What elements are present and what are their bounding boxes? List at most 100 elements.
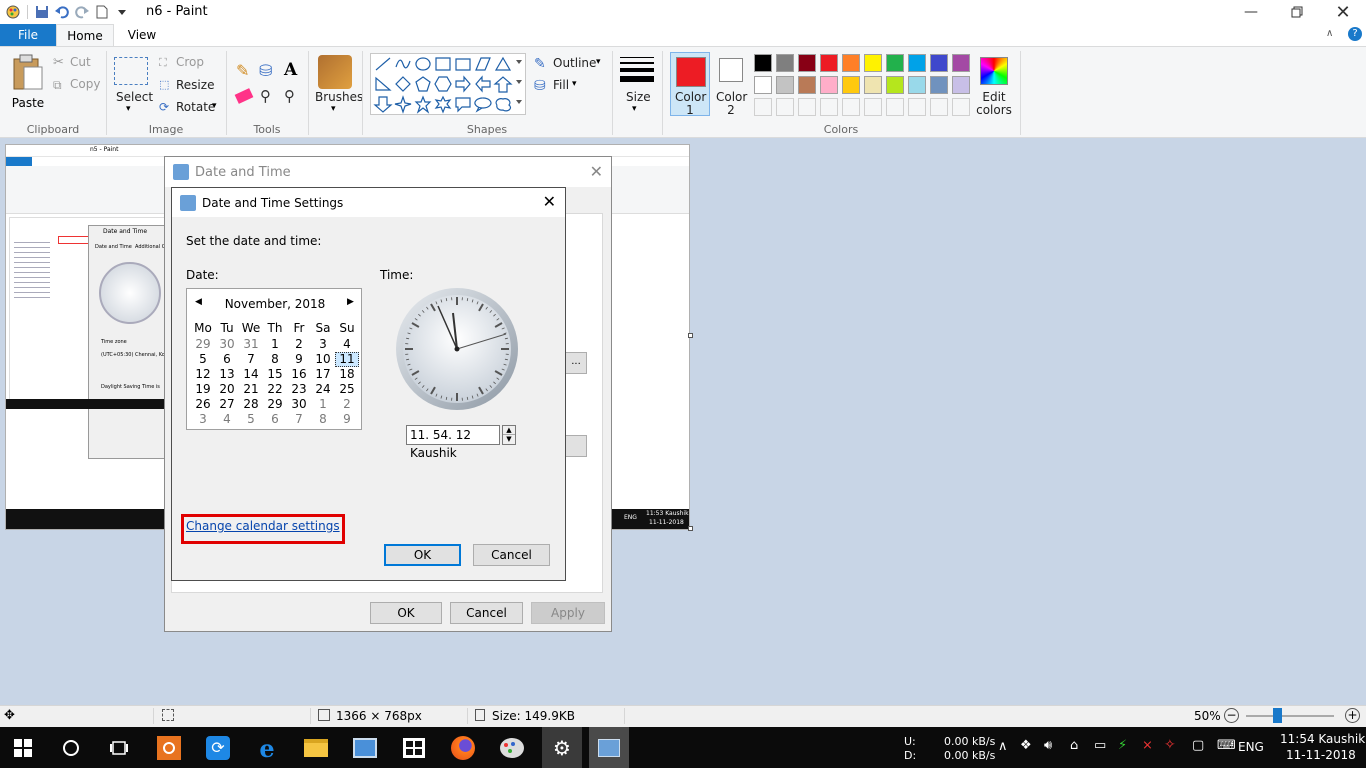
calendar-day[interactable]: 19 [191, 382, 215, 397]
fill-dropdown[interactable]: Fill [553, 78, 569, 92]
edge-browser-icon[interactable]: e [252, 733, 282, 763]
color-picker-icon[interactable]: ⚲ [260, 87, 271, 105]
dropbox-icon[interactable]: ❖ [1020, 738, 1032, 753]
calendar-day[interactable]: 21 [239, 382, 263, 397]
calendar-day[interactable]: 14 [239, 367, 263, 382]
color2-swatch[interactable] [719, 58, 743, 82]
calendar-day[interactable]: 28 [239, 397, 263, 412]
tab-view[interactable]: View [114, 24, 170, 46]
change-calendar-settings-link[interactable]: Change calendar settings [186, 519, 340, 533]
palette-swatch[interactable] [930, 76, 948, 94]
palette-swatch[interactable] [776, 98, 794, 116]
calendar-day[interactable]: 9 [287, 352, 311, 367]
save-icon[interactable] [33, 3, 51, 21]
time-down-icon[interactable]: ▼ [503, 435, 515, 444]
palette-swatch[interactable] [886, 98, 904, 116]
calendar-day[interactable]: 29 [191, 337, 215, 352]
calendar-day[interactable]: 15 [263, 367, 287, 382]
wifi-off-icon[interactable]: ⨯ [1142, 738, 1153, 753]
palette-swatch[interactable] [798, 76, 816, 94]
calendar-day[interactable]: 31 [239, 337, 263, 352]
rotate-dropdown-icon[interactable]: ▾ [212, 101, 217, 111]
pencil-icon[interactable]: ✎ [236, 61, 249, 80]
date-time-taskbar-icon[interactable] [589, 727, 629, 768]
ok-button[interactable]: OK [384, 544, 461, 566]
calendar-day[interactable]: 18 [335, 367, 359, 382]
palette-swatch[interactable] [864, 76, 882, 94]
palette-swatch[interactable] [952, 54, 970, 72]
calendar-day[interactable]: 8 [263, 352, 287, 367]
calendar-day[interactable]: 6 [215, 352, 239, 367]
tab-file[interactable]: File [0, 24, 56, 46]
calendar-day[interactable]: 1 [311, 397, 335, 412]
redo-icon[interactable] [73, 3, 91, 21]
cancel-button[interactable]: Cancel [473, 544, 550, 566]
fill-bucket-icon[interactable]: ⛁ [259, 61, 272, 80]
tab-home[interactable]: Home [56, 24, 114, 47]
palette-swatch[interactable] [886, 54, 904, 72]
clock-time[interactable]: 11:54 Kaushik [1280, 732, 1365, 746]
media-app-icon[interactable] [154, 733, 184, 763]
calendar-day[interactable]: 5 [239, 412, 263, 427]
outer-ok-button[interactable]: OK [370, 602, 442, 624]
calendar-day[interactable]: 5 [191, 352, 215, 367]
palette-swatch[interactable] [820, 98, 838, 116]
shapes-gallery[interactable] [370, 53, 526, 115]
search-icon[interactable] [56, 733, 86, 763]
calendar-day[interactable]: 25 [335, 382, 359, 397]
calendar-day[interactable]: 7 [239, 352, 263, 367]
time-up-icon[interactable]: ▲ [503, 426, 515, 435]
palette-swatch[interactable] [820, 76, 838, 94]
calendar-day[interactable]: 22 [263, 382, 287, 397]
size-icon[interactable] [620, 57, 654, 87]
palette-swatch[interactable] [754, 54, 772, 72]
brush-icon[interactable] [318, 55, 352, 89]
antivirus-icon[interactable]: ✧ [1164, 737, 1176, 753]
calendar-day[interactable]: 16 [287, 367, 311, 382]
customize-dropdown-icon[interactable] [113, 3, 131, 21]
palette-swatch[interactable] [908, 98, 926, 116]
calendar-day[interactable]: 29 [263, 397, 287, 412]
calendar-day[interactable]: 13 [215, 367, 239, 382]
calendar-day[interactable]: 4 [215, 412, 239, 427]
resize-handle-right[interactable] [688, 333, 693, 338]
calendar-day[interactable]: 9 [335, 412, 359, 427]
select-dropdown-icon[interactable]: ▾ [126, 104, 131, 114]
palette-swatch[interactable] [776, 76, 794, 94]
keyboard-icon[interactable]: ⌨ [1217, 738, 1236, 753]
palette-swatch[interactable] [952, 98, 970, 116]
zoom-slider-track[interactable] [1246, 715, 1334, 717]
connection-status-icon[interactable]: ⚡ [1118, 738, 1127, 753]
zoom-in-icon[interactable]: + [1345, 708, 1360, 723]
network-icon[interactable]: ⌂ [1070, 738, 1078, 753]
rotate-button[interactable]: Rotate [176, 100, 215, 114]
zoom-slider-thumb[interactable] [1272, 708, 1282, 723]
palette-swatch[interactable] [842, 76, 860, 94]
brushes-dropdown-icon[interactable]: ▾ [331, 104, 336, 114]
calendar-day[interactable]: 1 [263, 337, 287, 352]
restore-button[interactable] [1274, 0, 1320, 24]
outer-apply-button[interactable]: Apply [531, 602, 605, 624]
palette-swatch[interactable] [842, 54, 860, 72]
color2-label[interactable]: Color 2 [716, 91, 747, 117]
close-button[interactable]: ✕ [1320, 0, 1366, 24]
file-explorer-icon[interactable] [301, 733, 331, 763]
palette-swatch[interactable] [798, 98, 816, 116]
calendar-day[interactable]: 12 [191, 367, 215, 382]
battery-icon[interactable]: ▭ [1094, 738, 1106, 753]
minimize-button[interactable]: — [1228, 0, 1274, 24]
size-dropdown-icon[interactable]: ▾ [632, 104, 637, 114]
outer-change-date-button[interactable]: ... [565, 352, 587, 374]
calendar-day[interactable]: 4 [335, 337, 359, 352]
palette-swatch[interactable] [930, 98, 948, 116]
calendar-day[interactable]: 6 [263, 412, 287, 427]
palette-swatch[interactable] [952, 76, 970, 94]
action-center-icon[interactable]: ▢ [1192, 738, 1204, 753]
firefox-icon[interactable] [448, 733, 478, 763]
calendar-month-title[interactable]: November, 2018 [187, 297, 363, 311]
calendar-next-icon[interactable]: ▶ [347, 297, 354, 307]
calendar-day[interactable]: 17 [311, 367, 335, 382]
resize-button[interactable]: Resize [176, 78, 214, 92]
outer-change-timezone-button[interactable] [565, 435, 587, 457]
sync-app-icon[interactable]: ⟳ [203, 733, 233, 763]
